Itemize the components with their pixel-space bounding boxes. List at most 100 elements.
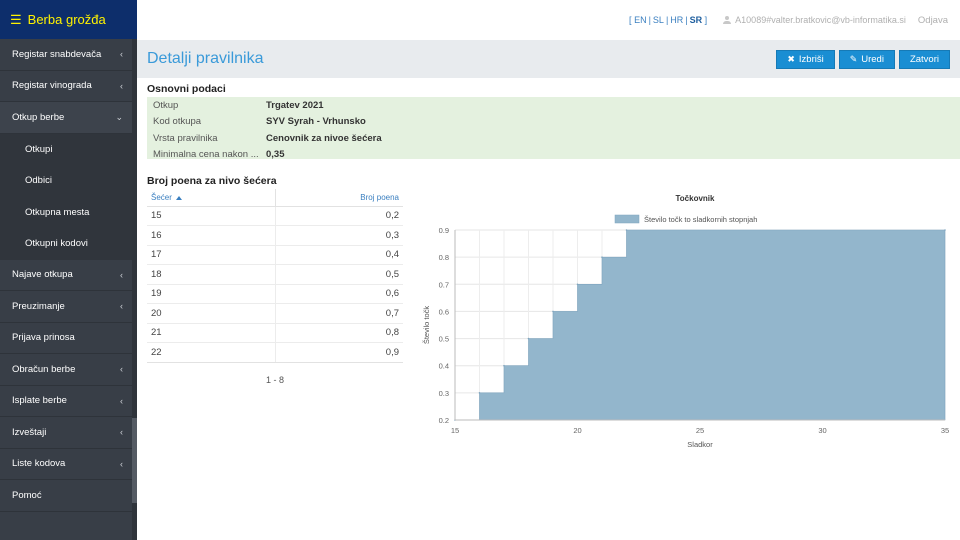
legend-label: Število točk to sladkornih stopnjah xyxy=(644,215,757,224)
x-tick-label: 15 xyxy=(451,426,459,435)
cell-sugar: 17 xyxy=(147,245,275,265)
sidebar-item-label: Isplate berbe xyxy=(12,395,67,407)
cell-points: 0,5 xyxy=(274,264,403,285)
table-row[interactable]: 17 0,4 xyxy=(147,245,403,265)
data-point xyxy=(576,283,579,286)
cell-points: 0,3 xyxy=(274,225,403,246)
chevron-left-icon: ‹ xyxy=(120,395,123,406)
cell-points: 0,2 xyxy=(274,206,403,226)
edit-icon: ✎ xyxy=(849,53,858,64)
sidebar-item-10[interactable]: Pomoć xyxy=(0,480,137,512)
cell-sugar: 20 xyxy=(147,303,275,324)
lang-sr[interactable]: SR xyxy=(690,15,703,25)
chevron-left-icon: ‹ xyxy=(120,49,123,60)
basic-data-row: Vrsta pravilnika Cenovnik za nivoe šećera xyxy=(147,130,960,147)
cell-sugar: 16 xyxy=(147,225,275,246)
sidebar-item-2[interactable]: Otkup berbe ⌄ xyxy=(0,102,137,134)
logout-link[interactable]: Odjava xyxy=(918,15,948,26)
sidebar-subitem-3[interactable]: Otkupni kodovi xyxy=(0,228,137,260)
cell-points: 0,6 xyxy=(274,284,403,304)
table-row[interactable]: 18 0,5 xyxy=(147,264,403,285)
column-header-points[interactable]: Broj poena xyxy=(274,189,403,207)
chevron-left-icon: ‹ xyxy=(120,80,123,91)
edit-button[interactable]: ✎ Uredi xyxy=(838,49,895,69)
app-title: Berba grožđa xyxy=(27,12,106,27)
user-info: A10089#valter.bratkovic@vb-informatika.s… xyxy=(723,15,906,25)
sidebar-item-label: Izveštaji xyxy=(12,426,47,438)
lang-hr[interactable]: HR xyxy=(670,15,683,25)
menu-icon[interactable]: ☰ xyxy=(10,12,22,28)
sidebar-scrollbar-thumb[interactable] xyxy=(132,418,137,503)
sidebar-item-label: Pomoć xyxy=(12,489,42,501)
sidebar-item-label: Registar vinograda xyxy=(12,80,92,92)
points-table: Šećer Broj poena 15 0,2 16 0,3 17 0,4 18 0,5 19 0… xyxy=(147,189,403,363)
close-button-label: Zatvori xyxy=(909,53,939,65)
basic-data-label: Minimalna cena nakon ... xyxy=(153,149,259,161)
basic-data-row: Minimalna cena nakon ... 0,35 xyxy=(147,147,960,164)
sidebar-item-label: Otkup berbe xyxy=(12,111,65,123)
sidebar-item-label: Najave otkupa xyxy=(12,269,73,281)
sidebar-item-label: Prijava prinosa xyxy=(12,332,75,344)
table-row[interactable]: 16 0,3 xyxy=(147,225,403,246)
topbar: [ EN | SL | HR | SR ] A10089#valter.bratkovic@… xyxy=(137,0,960,40)
cell-sugar: 22 xyxy=(147,342,275,363)
y-tick-label: 0.3 xyxy=(439,389,449,398)
chevron-left-icon: ‹ xyxy=(120,301,123,312)
chevron-left-icon: ‹ xyxy=(120,427,123,438)
basic-data-label: Kod otkupa xyxy=(153,116,202,128)
sidebar-item-0[interactable]: Registar snabdevača ‹ xyxy=(0,39,137,71)
sidebar-item-3[interactable]: Najave otkupa ‹ xyxy=(0,260,137,291)
lang-en[interactable]: EN xyxy=(634,15,647,25)
legend-swatch xyxy=(614,214,640,224)
basic-data-row: Otkup Trgatev 2021 xyxy=(147,97,960,114)
sidebar-subitem-2[interactable]: Otkupna mesta xyxy=(0,196,137,228)
table-header-row: Šećer Broj poena xyxy=(147,189,403,207)
basic-data-value: SYV Syrah - Vrhunsko xyxy=(266,116,366,128)
delete-button[interactable]: ✖ Izbriši xyxy=(776,49,835,69)
table-row[interactable]: 22 0,9 xyxy=(147,342,403,363)
sidebar-item-9[interactable]: Liste kodova ‹ xyxy=(0,449,137,480)
user-icon xyxy=(723,16,732,24)
header-actions: ✖ Izbriši ✎ Uredi Zatvori xyxy=(776,49,950,69)
table-row[interactable]: 21 0,8 xyxy=(147,323,403,343)
close-button[interactable]: Zatvori xyxy=(898,49,950,69)
x-tick-label: 25 xyxy=(696,426,704,435)
page-header: Detalji pravilnika ✖ Izbriši ✎ Uredi Zat… xyxy=(137,40,960,78)
sidebar-item-1[interactable]: Registar vinograda ‹ xyxy=(0,71,137,102)
sidebar-subitem-1[interactable]: Odbici xyxy=(0,165,137,197)
basic-data-value: Trgatev 2021 xyxy=(266,99,324,111)
sidebar-item-label: Registar snabdevača xyxy=(12,48,102,60)
y-tick-label: 0.6 xyxy=(439,307,449,316)
sidebar-item-6[interactable]: Obračun berbe ‹ xyxy=(0,354,137,386)
page-title: Detalji pravilnika xyxy=(147,50,264,67)
chevron-left-icon: ‹ xyxy=(120,364,123,375)
sidebar-item-5[interactable]: Prijava prinosa xyxy=(0,323,137,354)
data-point xyxy=(601,256,603,258)
lang-sl[interactable]: SL xyxy=(653,15,664,25)
x-axis-label: Sladkor xyxy=(687,440,713,449)
sidebar-item-4[interactable]: Preuzimanje ‹ xyxy=(0,291,137,323)
column-header-sugar[interactable]: Šećer xyxy=(147,189,275,207)
cell-sugar: 18 xyxy=(147,264,275,285)
table-row[interactable]: 20 0,7 xyxy=(147,303,403,324)
data-point xyxy=(625,229,628,231)
table-row[interactable]: 19 0,6 xyxy=(147,284,403,304)
lang-bracket-open: [ xyxy=(629,15,632,25)
y-tick-label: 0.5 xyxy=(439,335,449,344)
sidebar-item-7[interactable]: Isplate berbe ‹ xyxy=(0,386,137,417)
basic-data-value: Cenovnik za nivoe šećera xyxy=(266,132,382,144)
cell-sugar: 19 xyxy=(147,284,275,304)
points-chart: Točkovnik Število točk to sladkornih stop… xyxy=(422,194,949,449)
sidebar-item-8[interactable]: Izveštaji ‹ xyxy=(0,417,137,449)
cell-points: 0,4 xyxy=(274,245,403,265)
basic-data-label: Vrsta pravilnika xyxy=(153,132,218,144)
app-brand[interactable]: ☰ Berba grožđa xyxy=(0,0,137,39)
sort-ascending-icon xyxy=(175,195,182,200)
table-row[interactable]: 15 0,2 xyxy=(147,206,403,226)
basic-data-panel: Otkup Trgatev 2021 Kod otkupa SYV Syrah - V… xyxy=(147,97,960,160)
sidebar-subitem-0[interactable]: Otkupi xyxy=(0,133,137,165)
cell-sugar: 21 xyxy=(147,323,275,343)
sidebar-item-label: Liste kodova xyxy=(12,458,66,470)
x-tick-label: 35 xyxy=(941,426,949,435)
x-tick-label: 20 xyxy=(573,426,581,435)
